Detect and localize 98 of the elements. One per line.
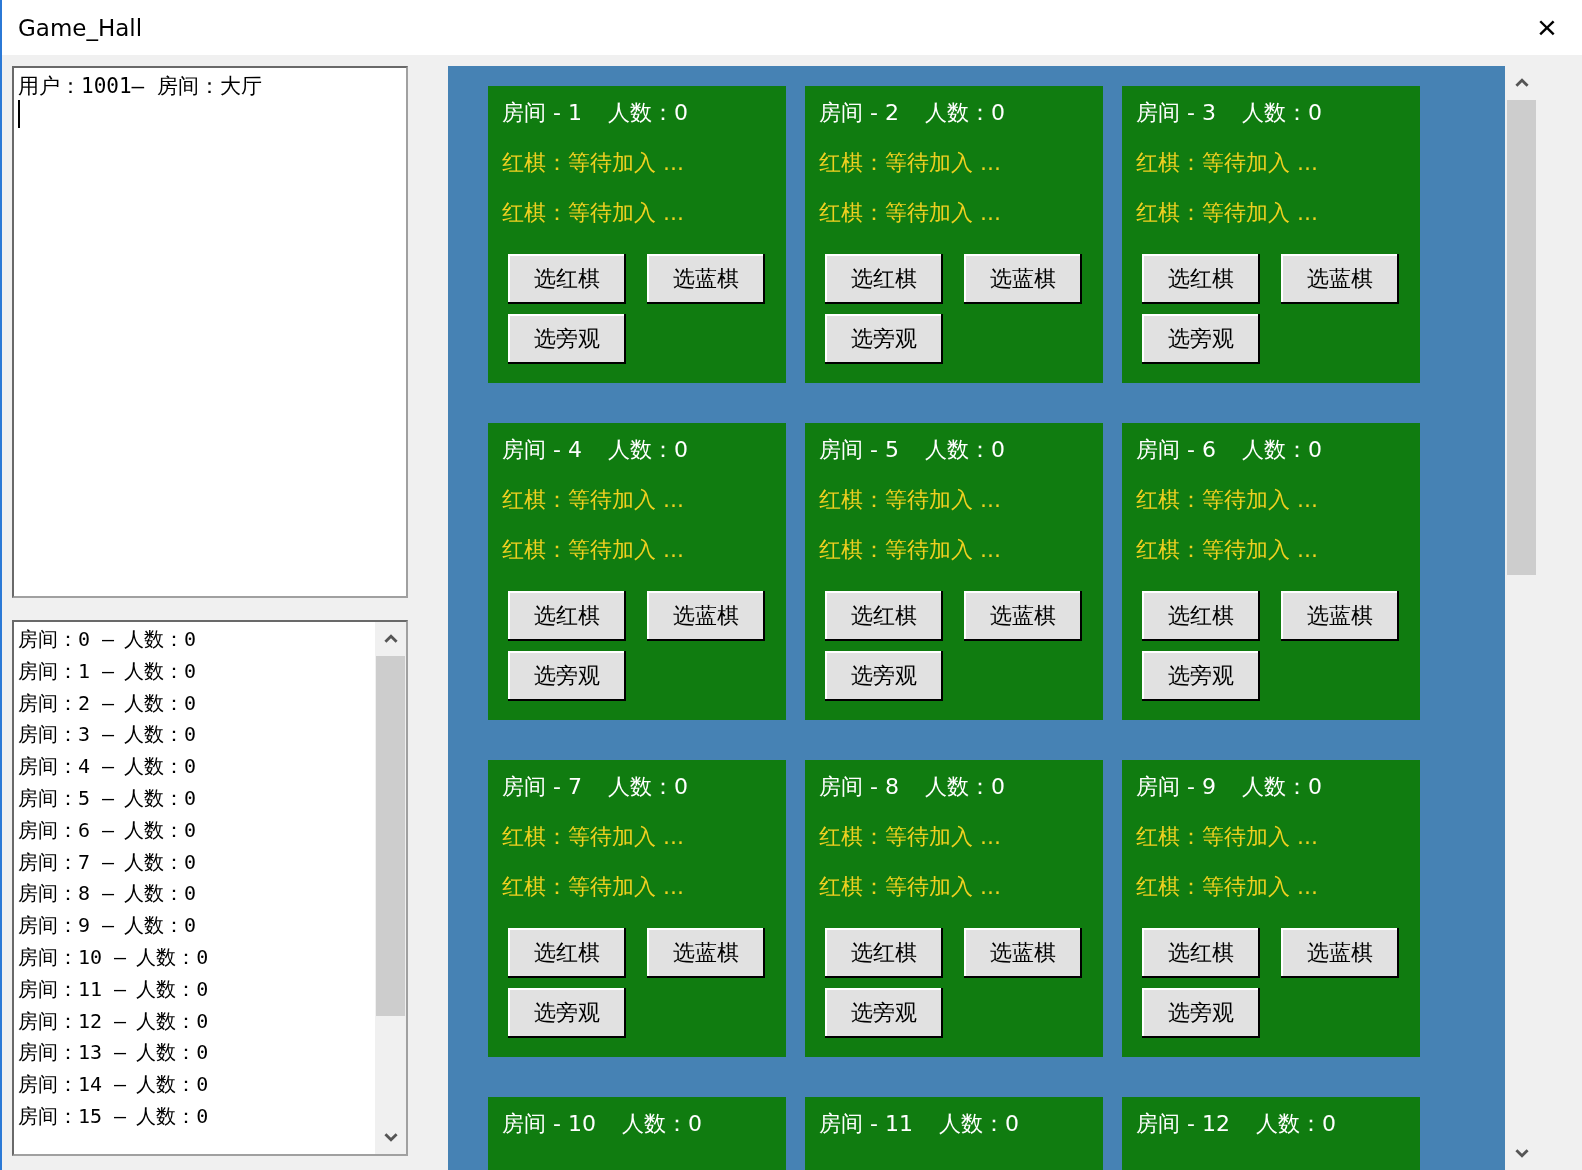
player-status: 红棋：等待加入 ... — [502, 823, 685, 851]
seat-button[interactable]: 选蓝棋 — [647, 254, 765, 304]
player-status: 红棋：等待加入 ... — [502, 873, 685, 901]
room-list-item[interactable]: 房间：0 — 人数：0 — [18, 624, 371, 656]
player-status: 红棋：等待加入 ... — [819, 486, 1002, 514]
player-status: 红棋：等待加入 ... — [1136, 199, 1319, 227]
seat-button[interactable]: 选蓝棋 — [1281, 928, 1399, 978]
room-list-item[interactable]: 房间：15 — 人数：0 — [18, 1100, 371, 1133]
close-button[interactable]: × — [1512, 0, 1582, 55]
seat-button[interactable]: 选红棋 — [1142, 928, 1260, 978]
player-count: 人数：0 — [607, 773, 688, 801]
player-count: 人数：0 — [607, 99, 688, 127]
player-status: 红棋：等待加入 ... — [502, 536, 685, 564]
seat-button[interactable]: 选蓝棋 — [1281, 591, 1399, 641]
seat-button[interactable]: 选红棋 — [508, 928, 626, 978]
room-list-item[interactable]: 房间：9 — 人数：0 — [18, 910, 371, 942]
seat-button[interactable]: 选蓝棋 — [964, 928, 1082, 978]
window-title: Game_Hall — [18, 14, 143, 41]
seat-button[interactable]: 选蓝棋 — [1281, 254, 1399, 304]
room-title: 房间 - 2 — [819, 99, 899, 127]
player-status: 红棋：等待加入 ... — [819, 149, 1002, 177]
player-status: 红棋：等待加入 ... — [1136, 536, 1319, 564]
seat-button[interactable]: 选旁观 — [825, 314, 943, 364]
seat-button[interactable]: 选旁观 — [1142, 314, 1260, 364]
seat-button[interactable]: 选红棋 — [508, 591, 626, 641]
player-status: 红棋：等待加入 ... — [1136, 823, 1319, 851]
player-count: 人数：0 — [1241, 773, 1322, 801]
room-title: 房间 - 7 — [502, 773, 582, 801]
seat-button[interactable]: 选红棋 — [1142, 254, 1260, 304]
room-list-item[interactable]: 房间：7 — 人数：0 — [18, 846, 371, 879]
seat-button[interactable]: 选红棋 — [825, 928, 943, 978]
player-status: 红棋：等待加入 ... — [819, 873, 1002, 901]
seat-button[interactable]: 选旁观 — [1142, 651, 1260, 701]
room-title: 房间 - 11 — [819, 1110, 913, 1138]
seat-button[interactable]: 选红棋 — [1142, 591, 1260, 641]
room-title: 房间 - 1 — [502, 99, 582, 127]
room-list-item[interactable]: 房间：11 — 人数：0 — [18, 973, 371, 1006]
player-count: 人数：0 — [621, 1110, 702, 1138]
player-status: 红棋：等待加入 ... — [502, 486, 685, 514]
log-text-area[interactable]: 用户：1001— 房间：大厅 — [12, 66, 408, 598]
room-title: 房间 - 6 — [1136, 436, 1216, 464]
seat-button[interactable]: 选旁观 — [1142, 988, 1260, 1038]
room-list-item[interactable]: 房间：6 — 人数：0 — [18, 814, 371, 847]
room-title: 房间 - 12 — [1136, 1110, 1230, 1138]
player-count: 人数：0 — [1241, 99, 1322, 127]
scroll-down-icon[interactable] — [383, 1130, 398, 1144]
player-status: 红棋：等待加入 ... — [502, 149, 685, 177]
room-list-item[interactable]: 房间：12 — 人数：0 — [18, 1005, 371, 1038]
player-status: 红棋：等待加入 ... — [1136, 486, 1319, 514]
room-list-item[interactable]: 房间：8 — 人数：0 — [18, 878, 371, 911]
seat-button[interactable]: 选蓝棋 — [647, 928, 765, 978]
room-list-item[interactable]: 房间：4 — 人数：0 — [18, 751, 371, 783]
player-count: 人数：0 — [938, 1110, 1019, 1138]
player-count: 人数：0 — [924, 773, 1005, 801]
scrollbar[interactable] — [375, 622, 406, 1154]
room-title: 房间 - 3 — [1136, 99, 1216, 127]
scroll-thumb[interactable] — [1507, 100, 1536, 575]
text-cursor — [18, 100, 20, 128]
player-count: 人数：0 — [1255, 1110, 1336, 1138]
seat-button[interactable]: 选红棋 — [825, 591, 943, 641]
room-list-item[interactable]: 房间：1 — 人数：0 — [18, 655, 371, 688]
player-count: 人数：0 — [1241, 436, 1322, 464]
seat-button[interactable]: 选旁观 — [508, 651, 626, 701]
room-title: 房间 - 4 — [502, 436, 582, 464]
scroll-thumb[interactable] — [376, 656, 405, 1016]
seat-button[interactable]: 选旁观 — [825, 988, 943, 1038]
room-title: 房间 - 10 — [502, 1110, 596, 1138]
player-status: 红棋：等待加入 ... — [1136, 873, 1319, 901]
room-list-box[interactable]: 房间：0 — 人数：0 房间：1 — 人数：0 房间：2 — 人数：0 房间：3 — 人数：0 房间：4 — 人数：0 房间：5 — 人数：0 房间：6 — 人数：0 房间：7 — 人数：0 房间：8 — 人数：0 房间：9 — 人数：0 房间：10 — 人数：0 房间：11 — 人数：0 房间：12 — 人数：0 房间：13 — 人数：0 房间：14 — 人数：0 房间：15 — 人数：0 — [12, 620, 408, 1156]
scroll-up-icon[interactable] — [383, 632, 398, 646]
player-count: 人数：0 — [924, 99, 1005, 127]
player-count: 人数：0 — [924, 436, 1005, 464]
seat-button[interactable]: 选蓝棋 — [647, 591, 765, 641]
log-line: 用户：1001— 房间：大厅 — [18, 73, 263, 100]
player-status: 红棋：等待加入 ... — [1136, 149, 1319, 177]
player-status: 红棋：等待加入 ... — [502, 199, 685, 227]
seat-button[interactable]: 选旁观 — [508, 314, 626, 364]
room-title: 房间 - 9 — [1136, 773, 1216, 801]
room-list-item[interactable]: 房间：10 — 人数：0 — [18, 941, 371, 974]
seat-button[interactable]: 选蓝棋 — [964, 254, 1082, 304]
player-status: 红棋：等待加入 ... — [819, 823, 1002, 851]
seat-button[interactable]: 选红棋 — [825, 254, 943, 304]
room-title: 房间 - 8 — [819, 773, 899, 801]
room-list-item[interactable]: 房间：13 — 人数：0 — [18, 1037, 371, 1070]
player-status: 红棋：等待加入 ... — [819, 199, 1002, 227]
room-title: 房间 - 5 — [819, 436, 899, 464]
seat-button[interactable]: 选红棋 — [508, 254, 626, 304]
room-list-item[interactable]: 房间：3 — 人数：0 — [18, 719, 371, 752]
player-status: 红棋：等待加入 ... — [819, 536, 1002, 564]
seat-button[interactable]: 选蓝棋 — [964, 591, 1082, 641]
seat-button[interactable]: 选旁观 — [825, 651, 943, 701]
room-list-item[interactable]: 房间：5 — 人数：0 — [18, 783, 371, 815]
room-list-item[interactable]: 房间：2 — 人数：0 — [18, 687, 371, 720]
player-count: 人数：0 — [607, 436, 688, 464]
room-list-item[interactable]: 房间：14 — 人数：0 — [18, 1069, 371, 1101]
scroll-down-icon[interactable] — [1514, 1146, 1529, 1160]
seat-button[interactable]: 选旁观 — [508, 988, 626, 1038]
scroll-up-icon[interactable] — [1514, 76, 1529, 90]
